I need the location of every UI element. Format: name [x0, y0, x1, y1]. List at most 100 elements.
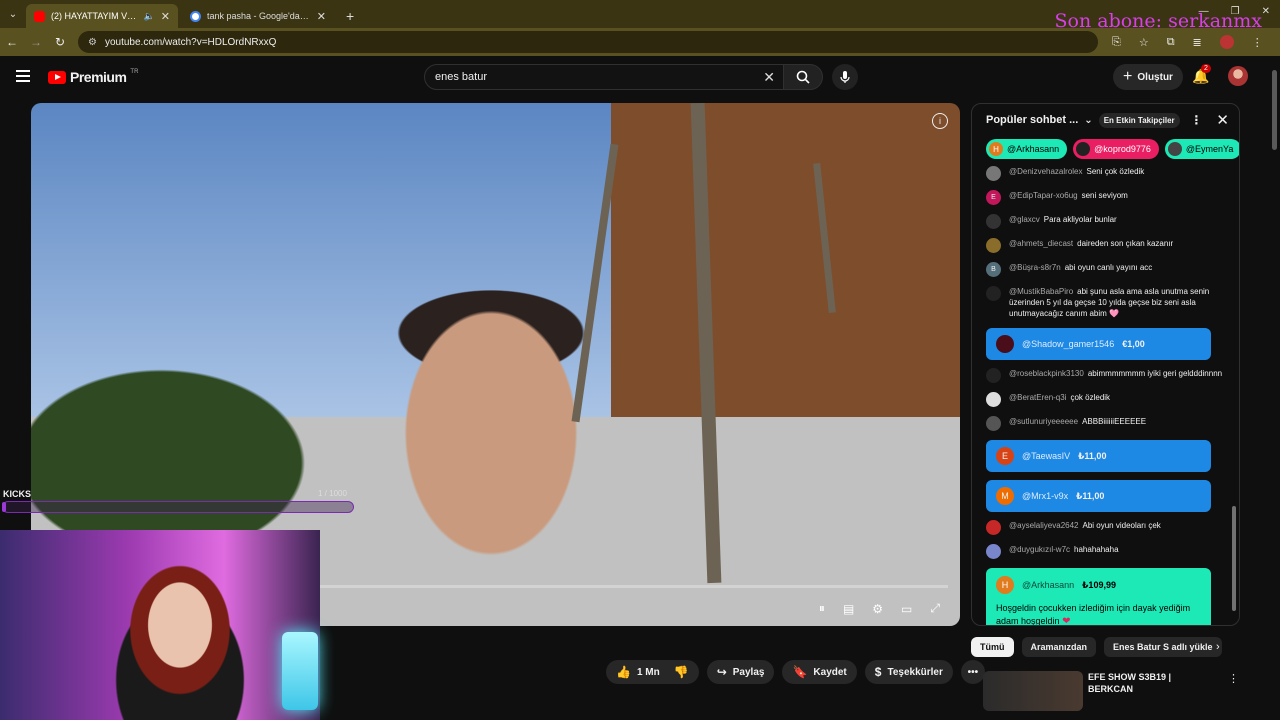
like-button[interactable]: 👍 1 Mn 👎 — [606, 660, 699, 684]
message-author[interactable]: @Büşra-s8r7n — [1009, 263, 1061, 272]
reading-list-icon[interactable]: ≣ — [1193, 36, 1202, 49]
chat-message: @roseblackpink3130 abimmmmmmm iyiki geri … — [986, 368, 1225, 383]
kicks-progress-bar — [2, 501, 354, 513]
chat-messages: @Denizvehazalrolex Seni çok özledik E @Ed… — [972, 162, 1239, 625]
donor-avatar: H — [989, 142, 1003, 156]
recommended-more-icon[interactable]: ⋮ — [1228, 672, 1239, 685]
logo-text: Premium — [70, 69, 127, 85]
donor-avatar — [1076, 142, 1091, 156]
youtube-header: Premium TR enes batur ✕ + Oluştur 🔔 2 — [0, 56, 1280, 100]
new-tab-button[interactable]: + — [338, 4, 362, 28]
search-input[interactable]: enes batur ✕ — [424, 64, 784, 90]
chat-scroll-thumb[interactable] — [1232, 506, 1236, 611]
message-author[interactable]: @ayselaliyeva2642 — [1009, 521, 1079, 530]
super-chat-header: H @Arkhasann ₺109,99 — [996, 576, 1201, 594]
message-author[interactable]: @ahmets_diecast — [1009, 239, 1073, 248]
extensions-icon[interactable]: ⧉ — [1167, 36, 1175, 49]
close-chat-icon[interactable]: ✕ — [1216, 111, 1229, 129]
clear-search-icon[interactable]: ✕ — [763, 69, 775, 86]
share-button[interactable]: ↪ Paylaş — [706, 660, 775, 684]
super-chat-amount: ₺11,00 — [1076, 490, 1105, 501]
browser-tab[interactable]: tank pasha - Google'da Ara ✕ — [182, 4, 334, 28]
close-tab-icon[interactable]: ✕ — [161, 10, 170, 23]
reload-icon[interactable]: ↻ — [48, 35, 72, 49]
menu-hamburger-icon[interactable] — [16, 70, 30, 85]
browser-menu-icon[interactable]: ⋮ — [1252, 36, 1263, 49]
chip-from-search[interactable]: Aramanızdan — [1021, 637, 1097, 657]
account-avatar[interactable] — [1228, 66, 1248, 86]
page-scroll-thumb[interactable] — [1272, 70, 1277, 150]
fullscreen-icon[interactable]: ⤢ — [930, 601, 940, 616]
message-author[interactable]: @sutlunuriyeeeeee — [1009, 417, 1078, 426]
youtube-favicon-icon — [34, 10, 45, 22]
chip-all[interactable]: Tümü — [971, 637, 1014, 657]
message-author[interactable]: @duygukızıl-w7c — [1009, 545, 1070, 554]
youtube-logo[interactable]: Premium TR — [48, 69, 138, 85]
subtitles-icon[interactable]: ▤ — [843, 602, 854, 616]
info-icon[interactable]: i — [932, 113, 948, 129]
chat-more-icon[interactable]: ⋮ — [1190, 113, 1202, 127]
notifications-button[interactable]: 🔔 2 — [1192, 64, 1211, 85]
chat-message: @ayselaliyeva2642 Abi oyun videoları çek — [986, 520, 1225, 535]
like-count: 1 Mn — [636, 666, 660, 678]
url-field[interactable]: ⚙ youtube.com/watch?v=HDLOrdNRxxQ — [78, 31, 1098, 53]
avatar: H — [996, 576, 1014, 594]
save-button[interactable]: 🔖 Kaydet — [782, 660, 857, 684]
chevron-down-icon[interactable]: ⌄ — [1084, 115, 1092, 126]
message-author[interactable]: @EdipTapar-xo6ug — [1009, 191, 1078, 200]
super-chat-author[interactable]: @TaewasIV — [1022, 451, 1070, 461]
super-chat-author[interactable]: @Mrx1-v9x — [1022, 491, 1068, 501]
more-actions-button[interactable]: ••• — [960, 660, 985, 684]
palm-trunk — [813, 163, 836, 313]
address-toolbar: ← → ↻ ⚙ youtube.com/watch?v=HDLOrdNRxxQ … — [0, 28, 1280, 56]
thumbs-down-icon[interactable]: 👎 — [674, 665, 689, 679]
bookmark-star-icon[interactable]: ☆ — [1139, 36, 1149, 49]
pause-icon[interactable]: ⏸ — [819, 601, 825, 616]
tab-search-button[interactable]: ⌄ — [0, 0, 26, 28]
chat-message: E @EdipTapar-xo6ug seni seviyom — [986, 190, 1225, 205]
close-window-icon[interactable]: ✕ — [1262, 6, 1270, 17]
message-author[interactable]: @roseblackpink3130 — [1009, 369, 1084, 378]
chat-scrollbar[interactable] — [1232, 166, 1236, 616]
message-author[interactable]: @BeratEren-q3i — [1009, 393, 1066, 402]
theater-mode-icon[interactable]: ▭ — [901, 602, 912, 616]
chip-channel-uploads[interactable]: Enes Batur S adlı yükle — [1104, 637, 1222, 657]
close-tab-icon[interactable]: ✕ — [317, 10, 326, 23]
avatar — [996, 335, 1014, 353]
donor-pill[interactable]: @EymenYa — [1164, 139, 1239, 159]
site-info-icon[interactable]: ⚙ — [88, 37, 97, 48]
avatar — [986, 368, 1001, 383]
voice-search-button[interactable] — [832, 64, 858, 90]
donor-pill[interactable]: @koprod9776 — [1073, 139, 1159, 159]
create-button[interactable]: + Oluştur — [1113, 64, 1183, 90]
audio-icon[interactable]: 🔈 — [144, 11, 155, 22]
message-author[interactable]: @MustikBabaPiro — [1009, 287, 1073, 296]
recommended-thumbnail[interactable] — [983, 671, 1083, 711]
forward-icon[interactable]: → — [24, 35, 48, 49]
chat-mode-title[interactable]: Popüler sohbet ... — [986, 114, 1078, 126]
super-chat-author[interactable]: @Shadow_gamer1546 — [1022, 339, 1114, 349]
toolbar-right: ⎘ ☆ ⧉ ≣ ⋮ — [1112, 35, 1263, 49]
avatar — [986, 520, 1001, 535]
page-scrollbar[interactable] — [1272, 60, 1278, 720]
back-icon[interactable]: ← — [0, 35, 24, 49]
top-fans-button[interactable]: En Etkin Takipçiler — [1098, 112, 1180, 128]
recommended-title[interactable]: EFE SHOW S3B19 | BERKCAN — [1088, 671, 1218, 695]
chevron-right-icon[interactable]: › — [1216, 641, 1220, 653]
message-author[interactable]: @Denizvehazalrolex — [1009, 167, 1083, 176]
profile-avatar[interactable] — [1219, 35, 1234, 49]
share-arrow-icon: ↪ — [716, 665, 727, 679]
streamer-webcam — [0, 530, 320, 720]
donor-pill[interactable]: H @Arkhasann — [986, 139, 1068, 159]
settings-gear-icon[interactable]: ⚙ — [872, 602, 883, 616]
thanks-button[interactable]: $ Teşekkürler — [864, 660, 953, 684]
message-author[interactable]: @glaxcv — [1009, 215, 1040, 224]
chat-message: @glaxcv Para akliyolar bunlar — [986, 214, 1225, 229]
install-icon[interactable]: ⎘ — [1112, 36, 1121, 49]
super-chat-author[interactable]: @Arkhasann — [1022, 580, 1074, 590]
search-button[interactable] — [783, 64, 823, 90]
message-text: Para akliyolar bunlar — [1043, 215, 1117, 224]
browser-tab-active[interactable]: (2) HAYATTAYIM VLOG - Yo 🔈 ✕ — [26, 4, 178, 28]
message-text: hahahahaha — [1074, 545, 1119, 554]
chat-message: @ahmets_diecast daireden son çıkan kazanı… — [986, 238, 1225, 253]
